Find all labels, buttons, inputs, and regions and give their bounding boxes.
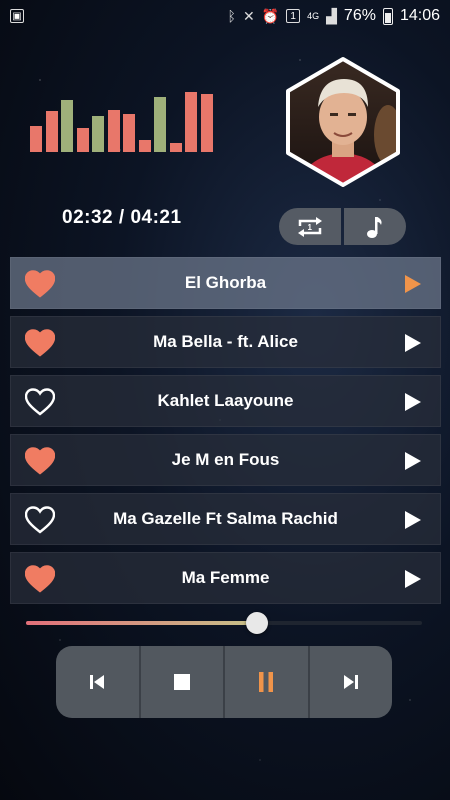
time-separator: / [113, 207, 131, 228]
seek-bar[interactable] [26, 612, 422, 634]
network-type: 4G [307, 11, 320, 21]
playlist-item[interactable]: Ma Gazelle Ft Salma Rachid [10, 493, 441, 545]
seek-bar-fill [26, 621, 252, 625]
mode-toggles: 1 [279, 208, 406, 245]
equalizer-bar [107, 110, 120, 152]
pause-button[interactable] [223, 646, 308, 718]
favorite-heart-icon[interactable] [25, 329, 55, 357]
equalizer-bar [185, 92, 197, 152]
equalizer-bar [76, 128, 89, 152]
equalizer-bar [200, 94, 213, 152]
track-title: Ma Gazelle Ft Salma Rachid [113, 509, 338, 528]
previous-icon [90, 675, 105, 689]
playlist-item[interactable]: Je M en Fous [10, 434, 441, 486]
equalizer-bar [154, 97, 166, 152]
clock: 14:06 [399, 7, 440, 24]
track-title: El Ghorba [184, 273, 267, 292]
play-track-icon[interactable] [404, 274, 422, 294]
equalizer-bar [92, 116, 104, 152]
favorite-heart-icon[interactable] [25, 506, 55, 534]
playlist-item[interactable]: El Ghorba [10, 257, 441, 309]
music-note-icon [367, 216, 382, 238]
favorite-heart-icon[interactable] [25, 388, 55, 416]
seek-bar-handle[interactable] [245, 612, 268, 634]
svg-text:1: 1 [308, 223, 313, 232]
stop-button[interactable] [138, 646, 223, 718]
time-display: 02:32 / 04:21 [62, 207, 182, 229]
play-track-icon[interactable] [404, 451, 422, 471]
mute-icon: ✕ [242, 7, 255, 24]
playback-controls [56, 646, 392, 718]
battery-percent: 76% [343, 7, 376, 24]
play-track-icon[interactable] [404, 333, 422, 353]
notification-badge: 1 [286, 9, 301, 23]
play-track-icon[interactable] [404, 569, 422, 589]
bluetooth-icon: ᛒ [227, 8, 236, 24]
current-time: 02:32 [62, 207, 114, 228]
track-title: Je M en Fous [171, 450, 280, 469]
equalizer-bar [169, 143, 182, 152]
music-button[interactable] [344, 208, 406, 245]
next-button[interactable] [307, 646, 392, 718]
repeat-icon: 1 [298, 216, 322, 237]
favorite-heart-icon[interactable] [25, 565, 55, 593]
equalizer-bar [123, 114, 135, 152]
previous-button[interactable] [56, 646, 139, 718]
total-time: 04:21 [130, 207, 182, 228]
play-track-icon[interactable] [404, 510, 422, 530]
track-title: Ma Bella - ft. Alice [153, 332, 298, 351]
next-icon [343, 675, 358, 689]
stop-icon [173, 674, 190, 690]
signal-icon: ▟ [326, 7, 337, 24]
track-title: Ma Femme [181, 568, 270, 587]
pause-icon [259, 672, 274, 692]
track-title: Kahlet Laayoune [157, 391, 294, 410]
repeat-button[interactable]: 1 [279, 208, 341, 245]
battery-icon [382, 7, 393, 25]
playlist-item[interactable]: Kahlet Laayoune [10, 375, 441, 427]
artist-photo [286, 57, 400, 187]
gallery-icon: ▣ [10, 9, 24, 23]
playlist-item[interactable]: Ma Bella - ft. Alice [10, 316, 441, 368]
alarm-icon: ⏰ [261, 7, 280, 24]
playlist-item[interactable]: Ma Femme [10, 552, 441, 604]
equalizer-bar [45, 111, 58, 152]
favorite-heart-icon[interactable] [25, 270, 55, 298]
equalizer-bar [138, 140, 151, 152]
artist-avatar[interactable] [276, 55, 410, 189]
play-track-icon[interactable] [404, 392, 422, 412]
equalizer-bar [30, 126, 42, 152]
equalizer-bar [61, 100, 73, 152]
equalizer-visualizer [30, 90, 220, 152]
favorite-heart-icon[interactable] [25, 447, 55, 475]
playlist: El Ghorba Ma Bella - ft. Alice Kahlet Laay… [10, 257, 441, 611]
status-bar: ▣ ᛒ ✕ ⏰ 1 4G ▟ 76% 14:06 [0, 0, 450, 32]
